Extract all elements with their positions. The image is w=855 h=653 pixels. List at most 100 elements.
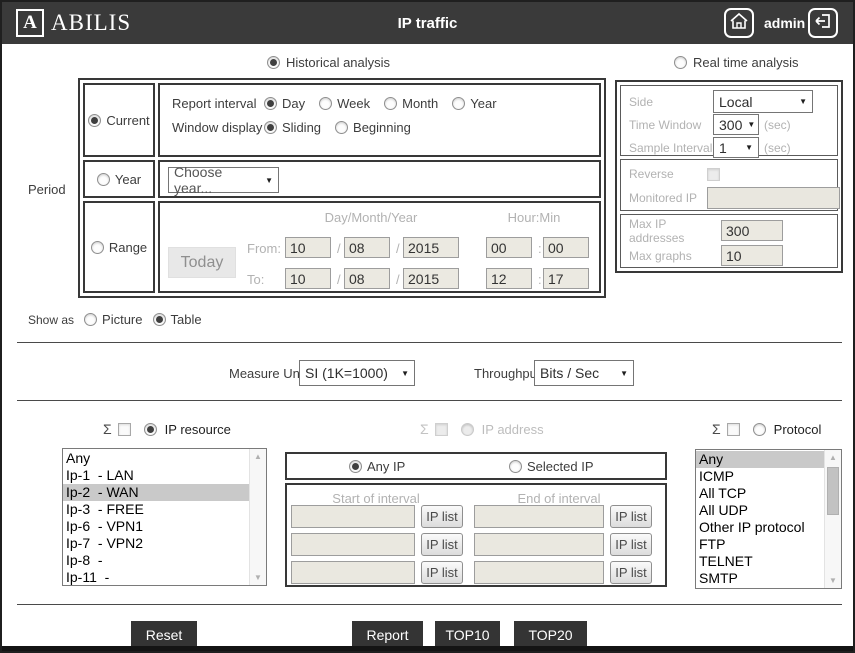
top10-button[interactable]: TOP10 [435, 621, 500, 649]
list-item[interactable]: Ip-6 - VPN1 [63, 518, 249, 535]
current-radio[interactable] [88, 113, 102, 127]
period-current-option[interactable]: Current [83, 83, 155, 157]
from-year-input[interactable] [403, 237, 459, 258]
scroll-down-icon[interactable]: ▼ [825, 573, 841, 588]
interval-month-radio[interactable] [384, 97, 398, 110]
choose-year-select[interactable]: Choose year... [168, 164, 279, 196]
to-day-input[interactable] [285, 268, 331, 289]
list-item[interactable]: ICMP [696, 468, 824, 485]
realtime-analysis-option[interactable]: Real time analysis [674, 55, 799, 70]
list-item[interactable]: Ip-8 - [63, 552, 249, 569]
range-radio[interactable] [90, 240, 104, 254]
end-ip-input-3[interactable] [474, 561, 604, 584]
monitored-ip-input[interactable] [707, 187, 840, 209]
ip-address-sum-checkbox[interactable] [434, 422, 448, 436]
home-button[interactable] [724, 8, 754, 38]
show-as-picture-option[interactable]: Picture [84, 312, 143, 327]
interval-year-option[interactable]: Year [452, 96, 497, 111]
protocol-radio[interactable] [752, 422, 766, 436]
max-ip-input[interactable] [721, 220, 783, 241]
start-ip-input-1[interactable] [291, 505, 415, 528]
any-ip-radio[interactable] [349, 460, 362, 473]
end-ip-input-1[interactable] [474, 505, 604, 528]
ip-address-radio[interactable] [460, 422, 474, 436]
logout-button[interactable] [808, 8, 838, 38]
scroll-down-icon[interactable]: ▼ [250, 570, 266, 585]
reset-button[interactable]: Reset [131, 621, 197, 649]
selected-ip-option[interactable]: Selected IP [509, 459, 594, 474]
start-ip-input-3[interactable] [291, 561, 415, 584]
list-item[interactable]: Any [696, 451, 824, 468]
protocol-list[interactable]: Any ICMP All TCP All UDP Other IP protoc… [695, 449, 842, 589]
protocol-scrollbar[interactable]: ▲ ▼ [824, 450, 841, 588]
list-item[interactable]: TELNET [696, 553, 824, 570]
window-beginning-radio[interactable] [335, 121, 349, 134]
to-min-input[interactable] [543, 268, 589, 289]
report-button[interactable]: Report [352, 621, 423, 649]
interval-year-radio[interactable] [452, 97, 466, 110]
throughput-select[interactable]: Bits / Sec [534, 360, 634, 386]
list-item[interactable]: Ip-2 - WAN [63, 484, 249, 501]
interval-month-option[interactable]: Month [384, 96, 438, 111]
ip-resource-radio[interactable] [143, 422, 157, 436]
window-sliding-option[interactable]: Sliding [264, 120, 321, 135]
end-ip-list-button-3[interactable]: IP list [610, 561, 652, 584]
year-radio[interactable] [96, 172, 110, 186]
ip-resource-scrollbar[interactable]: ▲ ▼ [249, 449, 266, 585]
list-item[interactable]: All UDP [696, 502, 824, 519]
from-month-input[interactable] [344, 237, 390, 258]
list-item[interactable]: Other IP protocol [696, 519, 824, 536]
table-radio[interactable] [152, 313, 166, 326]
interval-day-option[interactable]: Day [264, 96, 305, 111]
list-item[interactable]: Ip-11 - [63, 569, 249, 585]
scrollbar-thumb[interactable] [827, 467, 839, 515]
list-item[interactable]: Any [63, 450, 249, 467]
from-day-input[interactable] [285, 237, 331, 258]
historical-analysis-radio[interactable] [267, 56, 280, 69]
interval-day-radio[interactable] [264, 97, 277, 110]
ip-resource-list[interactable]: Any Ip-1 - LAN Ip-2 - WAN Ip-3 - FREE Ip… [62, 448, 267, 586]
list-item[interactable]: FTP [696, 536, 824, 553]
start-ip-list-button-3[interactable]: IP list [421, 561, 463, 584]
top20-button[interactable]: TOP20 [514, 621, 587, 649]
scroll-up-icon[interactable]: ▲ [825, 450, 841, 465]
to-month-input[interactable] [344, 268, 390, 289]
end-ip-input-2[interactable] [474, 533, 604, 556]
selected-ip-radio[interactable] [509, 460, 522, 473]
reverse-checkbox[interactable] [707, 167, 720, 181]
ip-resource-sum-checkbox[interactable] [117, 422, 131, 436]
window-beginning-option[interactable]: Beginning [335, 120, 411, 135]
protocol-sum-checkbox[interactable] [726, 422, 740, 436]
today-button[interactable]: Today [168, 247, 236, 278]
to-hour-input[interactable] [486, 268, 532, 289]
measure-unit-select[interactable]: SI (1K=1000) [299, 360, 415, 386]
list-item[interactable]: All TCP [696, 485, 824, 502]
start-ip-list-button-2[interactable]: IP list [421, 533, 463, 556]
interval-week-radio[interactable] [319, 97, 333, 110]
list-item[interactable]: Ip-3 - FREE [63, 501, 249, 518]
from-hour-input[interactable] [486, 237, 532, 258]
realtime-analysis-radio[interactable] [674, 56, 687, 69]
start-ip-list-button-1[interactable]: IP list [421, 505, 463, 528]
time-window-select[interactable]: 300 [713, 114, 759, 135]
max-graphs-input[interactable] [721, 245, 783, 266]
window-sliding-radio[interactable] [264, 121, 277, 134]
scroll-up-icon[interactable]: ▲ [250, 449, 266, 464]
side-select[interactable]: Local [713, 90, 813, 113]
interval-week-option[interactable]: Week [319, 96, 370, 111]
sample-interval-select[interactable]: 1 [713, 137, 759, 158]
list-item[interactable]: Ip-1 - LAN [63, 467, 249, 484]
list-item[interactable]: Ip-7 - VPN2 [63, 535, 249, 552]
list-item[interactable]: SMTP [696, 570, 824, 587]
from-min-input[interactable] [543, 237, 589, 258]
period-year-option[interactable]: Year [83, 160, 155, 198]
picture-radio[interactable] [84, 313, 98, 326]
to-year-input[interactable] [403, 268, 459, 289]
show-as-table-option[interactable]: Table [152, 312, 202, 327]
any-ip-option[interactable]: Any IP [349, 459, 405, 474]
start-ip-input-2[interactable] [291, 533, 415, 556]
historical-analysis-option[interactable]: Historical analysis [267, 55, 390, 70]
end-ip-list-button-1[interactable]: IP list [610, 505, 652, 528]
end-ip-list-button-2[interactable]: IP list [610, 533, 652, 556]
period-range-option[interactable]: Range [83, 201, 155, 293]
